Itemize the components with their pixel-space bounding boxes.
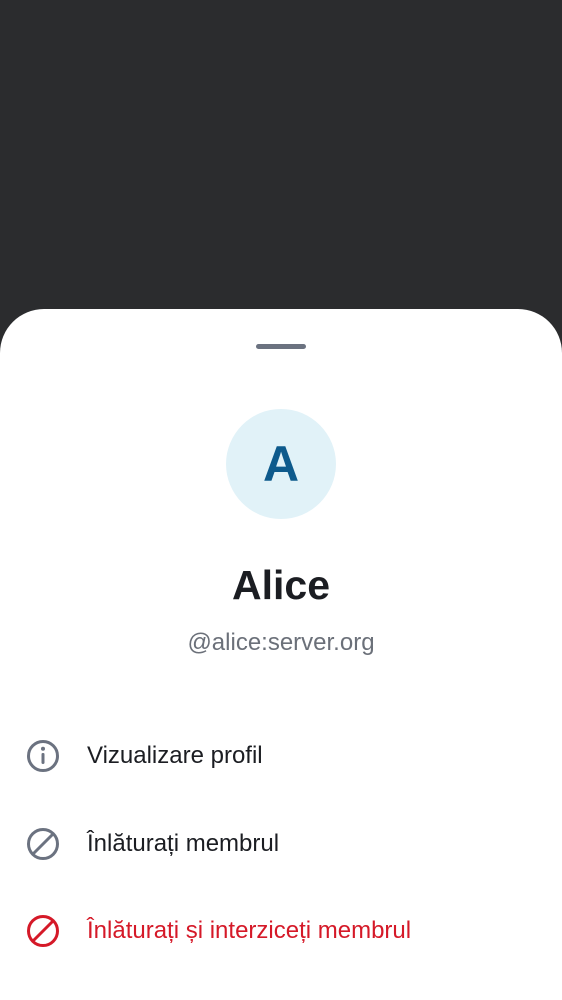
remove-member-label: Înlăturați membrul bbox=[87, 830, 280, 857]
member-display-name: Alice bbox=[232, 562, 330, 608]
view-profile-label: Vizualizare profil bbox=[87, 742, 263, 769]
info-icon bbox=[27, 740, 59, 772]
block-icon bbox=[27, 828, 59, 860]
ban-icon bbox=[27, 915, 59, 947]
member-bottom-sheet: A Alice @alice:server.org Vizualizare pr… bbox=[0, 309, 562, 1000]
avatar: A bbox=[226, 409, 336, 519]
view-profile-button[interactable]: Vizualizare profil bbox=[0, 716, 562, 796]
remove-and-ban-member-label: Înlăturați și interziceți membrul bbox=[87, 917, 412, 944]
member-user-id: @alice:server.org bbox=[187, 629, 375, 656]
drag-handle[interactable] bbox=[256, 344, 306, 349]
remove-member-button[interactable]: Înlăturați membrul bbox=[0, 804, 562, 884]
remove-and-ban-member-button[interactable]: Înlăturați și interziceți membrul bbox=[0, 891, 562, 971]
avatar-initial: A bbox=[262, 436, 300, 492]
